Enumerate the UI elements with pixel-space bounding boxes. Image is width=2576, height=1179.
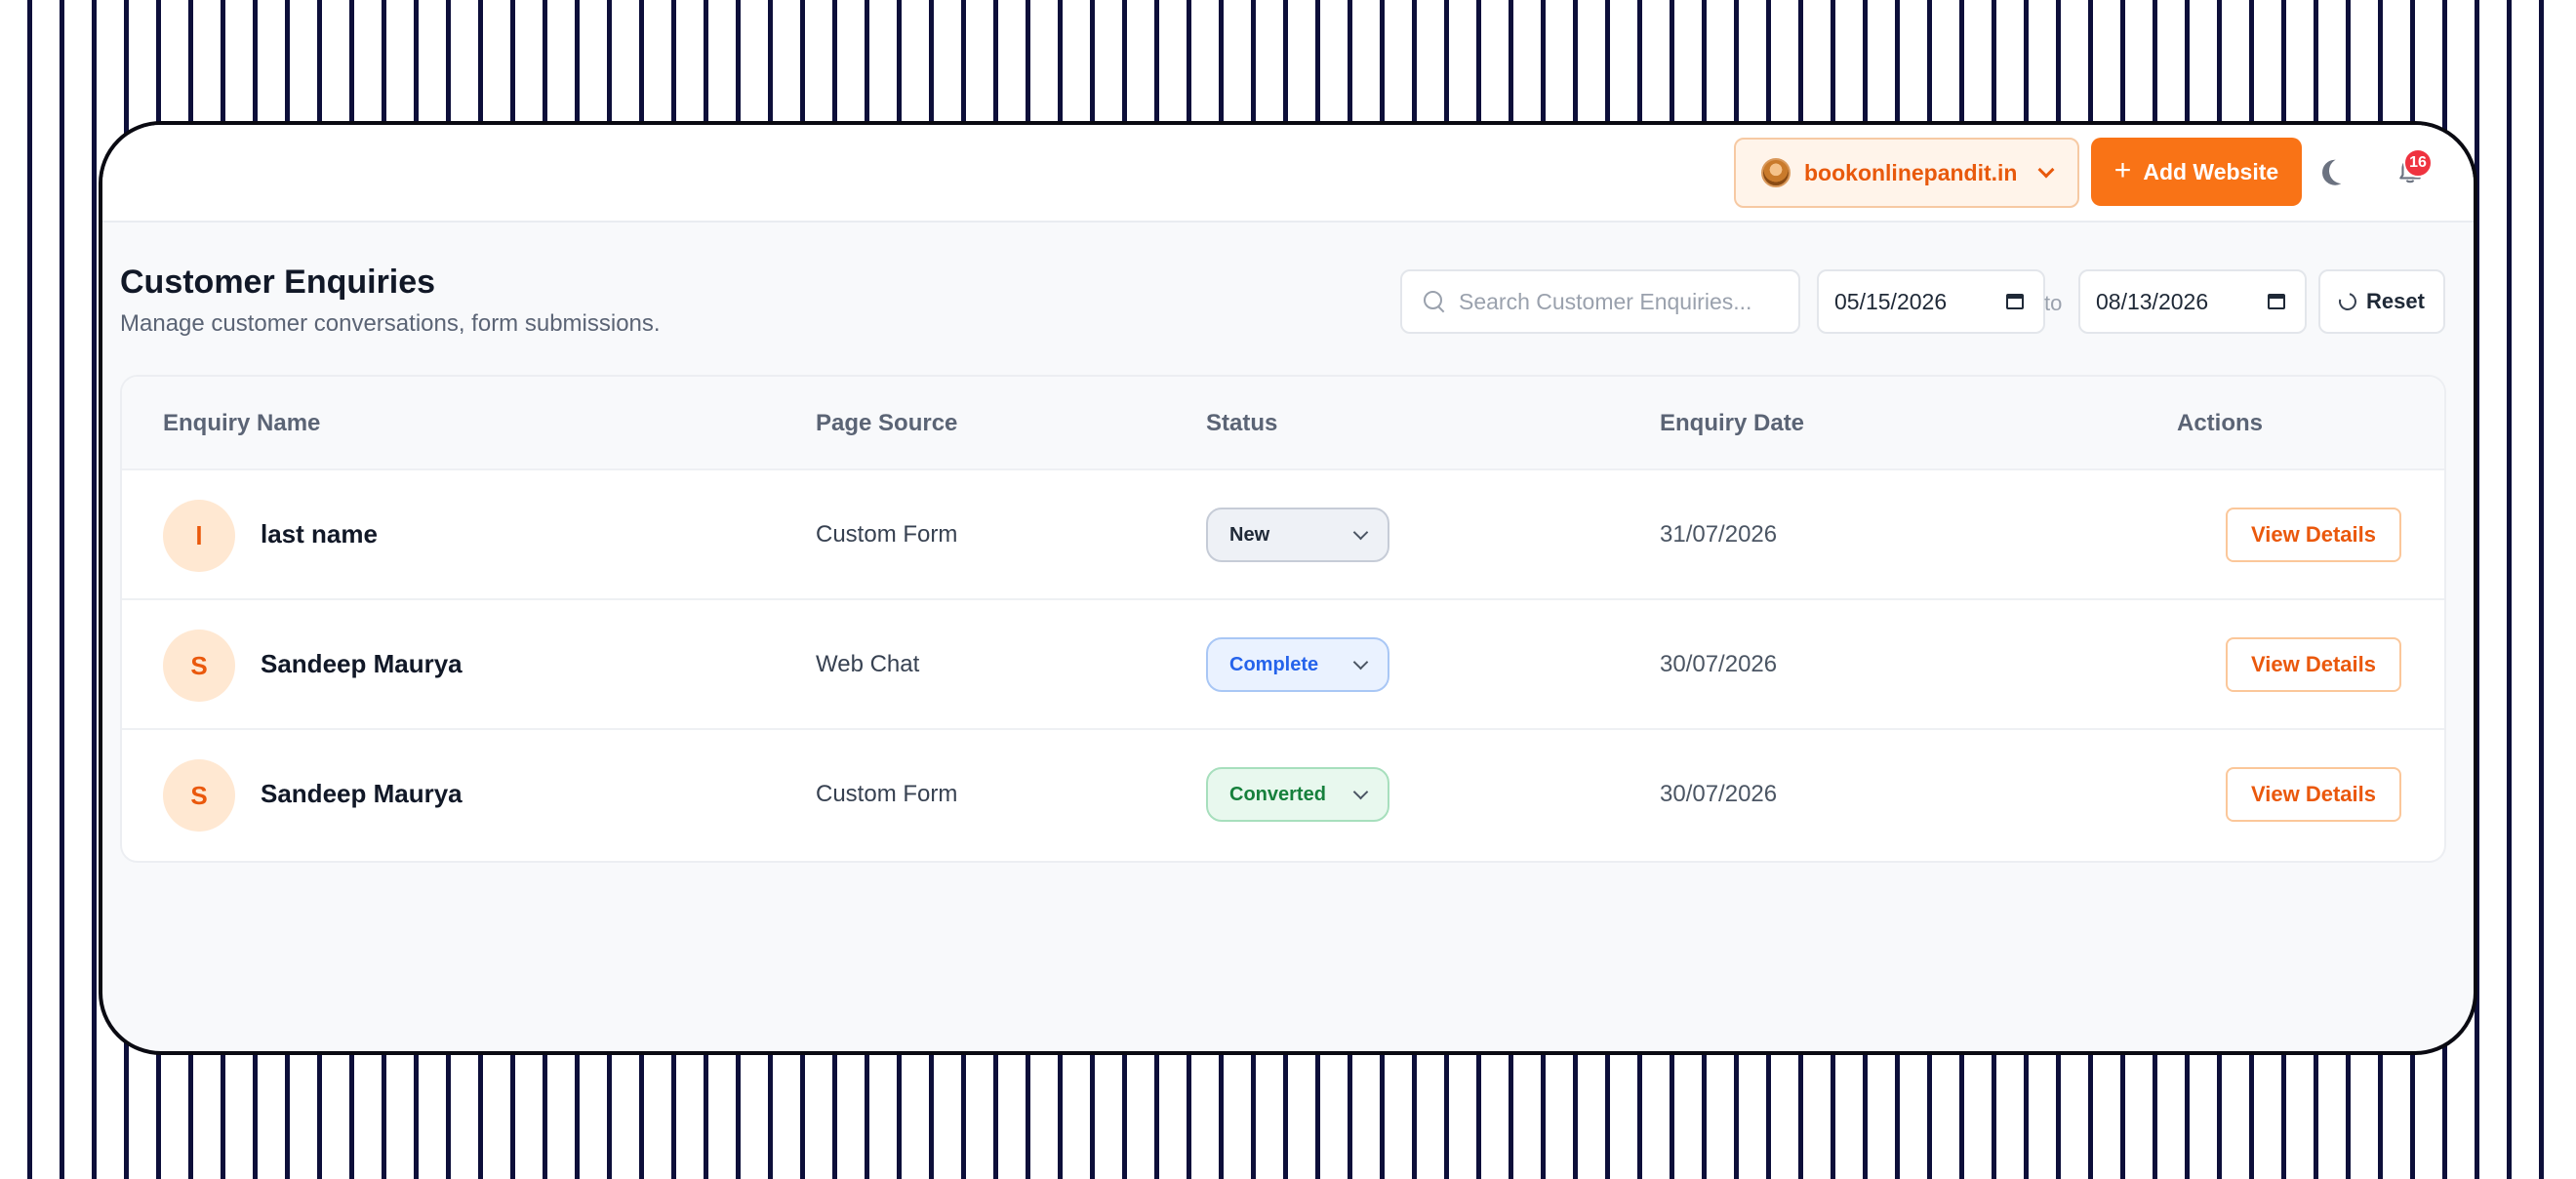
add-website-label: Add Website xyxy=(2143,158,2279,184)
enquiry-date: 31/07/2026 xyxy=(1660,521,1778,548)
enquiries-table: Enquiry Name Page Source Status Enquiry … xyxy=(120,375,2446,863)
chevron-down-icon xyxy=(1352,784,1369,799)
search-box[interactable] xyxy=(1400,269,1800,334)
column-header-enquiry-name[interactable]: Enquiry Name xyxy=(163,410,320,437)
site-avatar xyxy=(1761,158,1791,187)
status-value: New xyxy=(1229,523,1270,546)
date-range-to-label: to xyxy=(2044,291,2063,315)
reset-icon xyxy=(2335,289,2360,314)
search-input[interactable] xyxy=(1459,288,1781,315)
table-row[interactable]: S Sandeep Maurya Web Chat Complete 30/07… xyxy=(122,598,2444,728)
chevron-down-icon xyxy=(1352,654,1369,670)
column-header-actions: Actions xyxy=(2177,410,2264,436)
chevron-down-icon xyxy=(1352,524,1369,540)
view-details-button[interactable]: View Details xyxy=(2226,767,2401,822)
avatar: l xyxy=(163,500,235,572)
chevron-down-icon xyxy=(2037,161,2055,179)
page-source: Custom Form xyxy=(816,781,958,807)
search-icon xyxy=(1424,291,1445,312)
table-row[interactable]: S Sandeep Maurya Custom Form Converted 3… xyxy=(122,728,2444,858)
date-from-field[interactable]: 05/15/2026 xyxy=(1817,269,2045,334)
avatar: S xyxy=(163,759,235,832)
table-row[interactable]: l last name Custom Form New 31/07/2026 V… xyxy=(122,468,2444,598)
app-window: bookonlinepandit.in + Add Website 16 Cus… xyxy=(99,121,2477,1055)
table-header: Enquiry Name Page Source Status Enquiry … xyxy=(122,377,2444,468)
enquiry-date: 30/07/2026 xyxy=(1660,781,1778,807)
status-dropdown[interactable]: New xyxy=(1206,508,1389,562)
column-header-page-source[interactable]: Page Source xyxy=(816,410,957,437)
date-to-value: 08/13/2026 xyxy=(2096,288,2209,314)
status-value: Complete xyxy=(1229,653,1319,675)
status-dropdown[interactable]: Converted xyxy=(1206,767,1389,822)
reset-label: Reset xyxy=(2366,289,2425,313)
date-to-field[interactable]: 08/13/2026 xyxy=(2078,269,2307,334)
calendar-icon[interactable] xyxy=(2268,294,2285,309)
top-bar: bookonlinepandit.in + Add Website 16 xyxy=(102,125,2474,223)
page-source: Custom Form xyxy=(816,521,958,548)
page-source: Web Chat xyxy=(816,651,920,677)
enquiry-name: Sandeep Maurya xyxy=(261,779,463,808)
column-header-status[interactable]: Status xyxy=(1206,410,1277,437)
calendar-icon[interactable] xyxy=(2006,294,2024,309)
enquiry-name: last name xyxy=(261,519,378,549)
site-selector[interactable]: bookonlinepandit.in xyxy=(1734,138,2079,208)
page-subtitle: Manage customer conversations, form subm… xyxy=(120,310,661,337)
add-website-button[interactable]: + Add Website xyxy=(2091,138,2302,206)
moon-icon[interactable] xyxy=(2325,154,2357,186)
notification-badge: 16 xyxy=(2403,148,2433,178)
view-details-button[interactable]: View Details xyxy=(2226,637,2401,692)
date-from-value: 05/15/2026 xyxy=(1834,288,1948,314)
plus-icon: + xyxy=(2113,153,2132,186)
view-details-button[interactable]: View Details xyxy=(2226,508,2401,562)
enquiry-date: 30/07/2026 xyxy=(1660,651,1778,677)
reset-button[interactable]: Reset xyxy=(2318,269,2445,334)
enquiry-name: Sandeep Maurya xyxy=(261,649,463,678)
site-selector-label: bookonlinepandit.in xyxy=(1804,159,2018,185)
column-header-enquiry-date[interactable]: Enquiry Date xyxy=(1660,410,1804,437)
status-dropdown[interactable]: Complete xyxy=(1206,637,1389,692)
background-edge-right xyxy=(2562,0,2576,1179)
status-value: Converted xyxy=(1229,783,1326,805)
background-edge-left xyxy=(0,0,14,1179)
avatar: S xyxy=(163,630,235,702)
page-title: Customer Enquiries xyxy=(120,264,436,301)
